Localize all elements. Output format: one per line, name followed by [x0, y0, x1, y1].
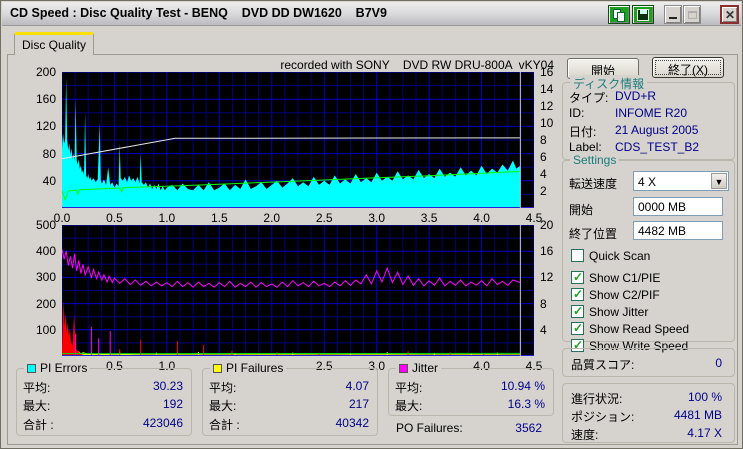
checkbox-show-read-speed[interactable]: Show Read Speed [571, 321, 689, 336]
progress-box: 進行状況: 100 % ポジション: 4481 MB 速度: 4.17 X [562, 383, 735, 443]
copy-page-icon [617, 12, 625, 22]
pi-failures-stats-box: PI Failures 平均: 4.07 最大: 217 合計 :40342 [202, 361, 378, 436]
speed-value: 4.17 X [687, 426, 722, 440]
tab-disc-quality[interactable]: Disc Quality [14, 32, 94, 55]
maximize-button[interactable] [683, 5, 701, 24]
pi-errors-stats-box: PI Errors 平均: 30.23 最大: 192 合計 :423046 [16, 361, 192, 436]
minimize-icon [669, 17, 677, 19]
po-failures-row: PO Failures: 3562 [396, 421, 542, 435]
stat-row: 合計 :423046 [23, 416, 183, 432]
disc-date-value: 21 August 2005 [615, 123, 699, 137]
chevron-down-icon[interactable]: ▼ [711, 173, 727, 189]
title-bar[interactable]: CD Speed : Disc Quality Test - BENQ DVD … [2, 2, 741, 26]
stat-row: 合計 :40342 [209, 416, 369, 432]
exit-button[interactable]: 終了(X) [652, 57, 724, 78]
pi-errors-chart: 40 80 120 160 200 2 4 6 8 10 12 14 16 0.0 0.5 1.0 1.5 2… [22, 65, 567, 242]
app-window: CD Speed : Disc Quality Test - BENQ DVD … [0, 0, 743, 449]
settings-group: Settings 転送速度 4 X ▼ 開始 0000 MB 終了位置 4482… [562, 153, 735, 353]
stat-row: 最大: 217 [209, 397, 369, 413]
position-value: 4481 MB [673, 408, 722, 422]
jitter-plot [62, 225, 534, 356]
save-icon[interactable] [632, 5, 654, 24]
minimize-button[interactable] [664, 5, 682, 24]
pi-errors-stats-title: PI Errors [24, 361, 91, 375]
floppy-icon [637, 9, 649, 21]
stat-row: 平均: 4.07 [209, 379, 369, 395]
checkbox-show-jitter[interactable]: Show Jitter [571, 304, 648, 319]
pi-errors-right-axis: 2 4 6 8 10 12 14 16 [540, 65, 554, 198]
stat-row: 平均: 30.23 [23, 379, 183, 395]
start-position-field[interactable]: 0000 MB [633, 197, 723, 216]
checkbox-show-c1-pie[interactable]: Show C1/PIE [571, 270, 660, 285]
quality-score-value: 0 [715, 356, 722, 370]
close-icon: ✕ [725, 8, 736, 22]
window-title: CD Speed : Disc Quality Test - BENQ DVD … [10, 6, 387, 20]
disc-label-value: CDS_TEST_B2 [615, 140, 700, 154]
checkbox-icon[interactable] [571, 321, 584, 335]
jitter-right-axis: 4 8 12 16 20 [540, 218, 554, 337]
maximize-icon [688, 11, 697, 19]
disc-id-value: INFOME R20 [615, 106, 688, 120]
stat-row: 最大: 16.3 % [395, 397, 545, 413]
quality-score-box: 品質スコア: 0 [562, 348, 735, 377]
stat-row: 最大: 192 [23, 397, 183, 413]
end-position-field[interactable]: 4482 MB [633, 221, 723, 240]
disc-quality-pane: recorded with SONY DVD RW DRU-800A vKY04… [7, 54, 738, 445]
stat-row: 平均: 10.94 % [395, 379, 545, 395]
disc-info-group: ディスク情報 タイプ: DVD+R ID: INFOME R20 日付: 21 … [562, 75, 735, 160]
jitter-stats-box: Jitter 平均: 10.94 % 最大: 16.3 % [388, 361, 554, 416]
checkbox-quick-scan[interactable]: Quick Scan [571, 249, 650, 263]
checkbox-show-c2-pif[interactable]: Show C2/PIF [571, 287, 660, 302]
speed-select[interactable]: 4 X ▼ [633, 171, 729, 191]
jitter-stats-title: Jitter [396, 361, 442, 375]
pi-failures-swatch-icon [213, 364, 222, 373]
pi-errors-left-axis: 40 80 120 160 200 [35, 65, 56, 188]
close-button[interactable]: ✕ [720, 5, 739, 24]
jitter-swatch-icon [399, 364, 408, 373]
disc-type-value: DVD+R [615, 89, 657, 103]
progress-value: 100 % [687, 390, 722, 404]
checkbox-icon[interactable] [571, 287, 584, 301]
jitter-left-axis: 100 200 300 400 500 [35, 218, 56, 337]
checkbox-icon[interactable] [571, 249, 584, 262]
pi-errors-plot [62, 72, 534, 208]
copy-icon[interactable] [608, 5, 630, 24]
pi-failures-stats-title: PI Failures [210, 361, 287, 375]
jitter-chart: 100200300400500 48121620 0.00.51.01.52.0… [22, 218, 567, 390]
recorded-with-label: recorded with SONY DVD RW DRU-800A vKY04 [280, 58, 554, 72]
checkbox-icon[interactable] [571, 270, 584, 284]
checkbox-icon[interactable] [571, 304, 584, 318]
pi-errors-swatch-icon [27, 364, 36, 373]
settings-title: Settings [570, 153, 620, 167]
